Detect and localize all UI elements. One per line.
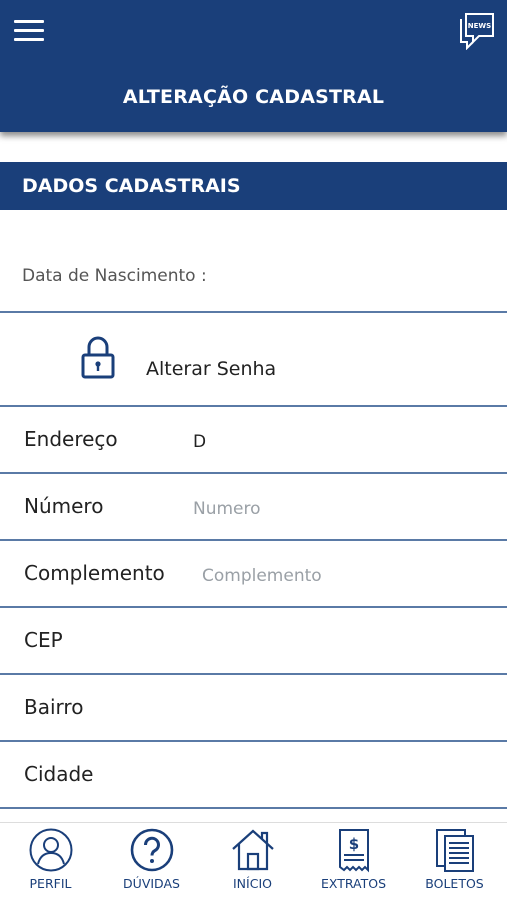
complement-row: Complemento xyxy=(0,541,507,608)
app-header: NEWS ALTERAÇÃO CADASTRAL xyxy=(0,0,507,132)
documents-icon xyxy=(435,829,474,872)
address-input[interactable] xyxy=(193,429,483,455)
birth-date-label: Data de Nascimento : xyxy=(22,266,207,286)
cep-row: CEP xyxy=(0,608,507,675)
home-icon xyxy=(231,829,274,871)
section-title: DADOS CADASTRAIS xyxy=(22,175,241,197)
neighborhood-row: Bairro xyxy=(0,675,507,742)
cep-label: CEP xyxy=(24,628,63,652)
number-row: Número xyxy=(0,474,507,541)
number-input[interactable] xyxy=(193,496,483,522)
page-title: ALTERAÇÃO CADASTRAL xyxy=(122,86,385,108)
cep-input[interactable] xyxy=(193,630,483,656)
news-button[interactable]: NEWS xyxy=(459,12,495,51)
city-row: Cidade xyxy=(0,742,507,809)
complement-label: Complemento xyxy=(24,561,165,585)
section-header: DADOS CADASTRAIS xyxy=(0,162,507,210)
user-profile-icon xyxy=(29,828,72,872)
address-row: Endereço xyxy=(0,407,507,474)
neighborhood-input[interactable] xyxy=(193,697,483,723)
question-circle-icon xyxy=(130,828,173,872)
tab-inicio-label: INÍCIO xyxy=(233,876,272,891)
tab-duvidas-label: DÚVIDAS xyxy=(123,876,180,891)
tab-extratos[interactable]: $ EXTRATOS xyxy=(303,823,404,900)
news-badge: NEWS xyxy=(468,22,491,30)
tab-perfil-label: PERFIL xyxy=(29,876,72,891)
tab-duvidas[interactable]: DÚVIDAS xyxy=(101,823,202,900)
svg-text:$: $ xyxy=(348,835,358,853)
tab-boletos[interactable]: BOLETOS xyxy=(404,823,505,900)
city-input[interactable] xyxy=(193,764,483,790)
address-label: Endereço xyxy=(24,427,118,451)
change-password-button[interactable]: Alterar Senha xyxy=(0,313,507,407)
neighborhood-label: Bairro xyxy=(24,695,84,719)
city-label: Cidade xyxy=(24,762,94,786)
news-chat-icon: NEWS xyxy=(460,13,494,51)
complement-input[interactable] xyxy=(202,563,492,589)
tab-extratos-label: EXTRATOS xyxy=(320,876,387,891)
birth-date-row: Data de Nascimento : xyxy=(0,210,507,313)
change-password-label: Alterar Senha xyxy=(146,358,277,380)
menu-button[interactable] xyxy=(14,20,44,44)
hamburger-menu-icon xyxy=(14,20,44,23)
lock-icon xyxy=(81,336,115,379)
number-label: Número xyxy=(24,494,104,518)
bottom-tab-bar: PERFIL DÚVIDAS INÍCIO $ EXTRATOS BOLETOS xyxy=(0,822,507,900)
tab-inicio[interactable]: INÍCIO xyxy=(202,823,303,900)
tab-perfil[interactable]: PERFIL xyxy=(0,823,101,900)
tab-boletos-label: BOLETOS xyxy=(425,876,484,891)
receipt-dollar-icon: $ xyxy=(338,829,369,873)
